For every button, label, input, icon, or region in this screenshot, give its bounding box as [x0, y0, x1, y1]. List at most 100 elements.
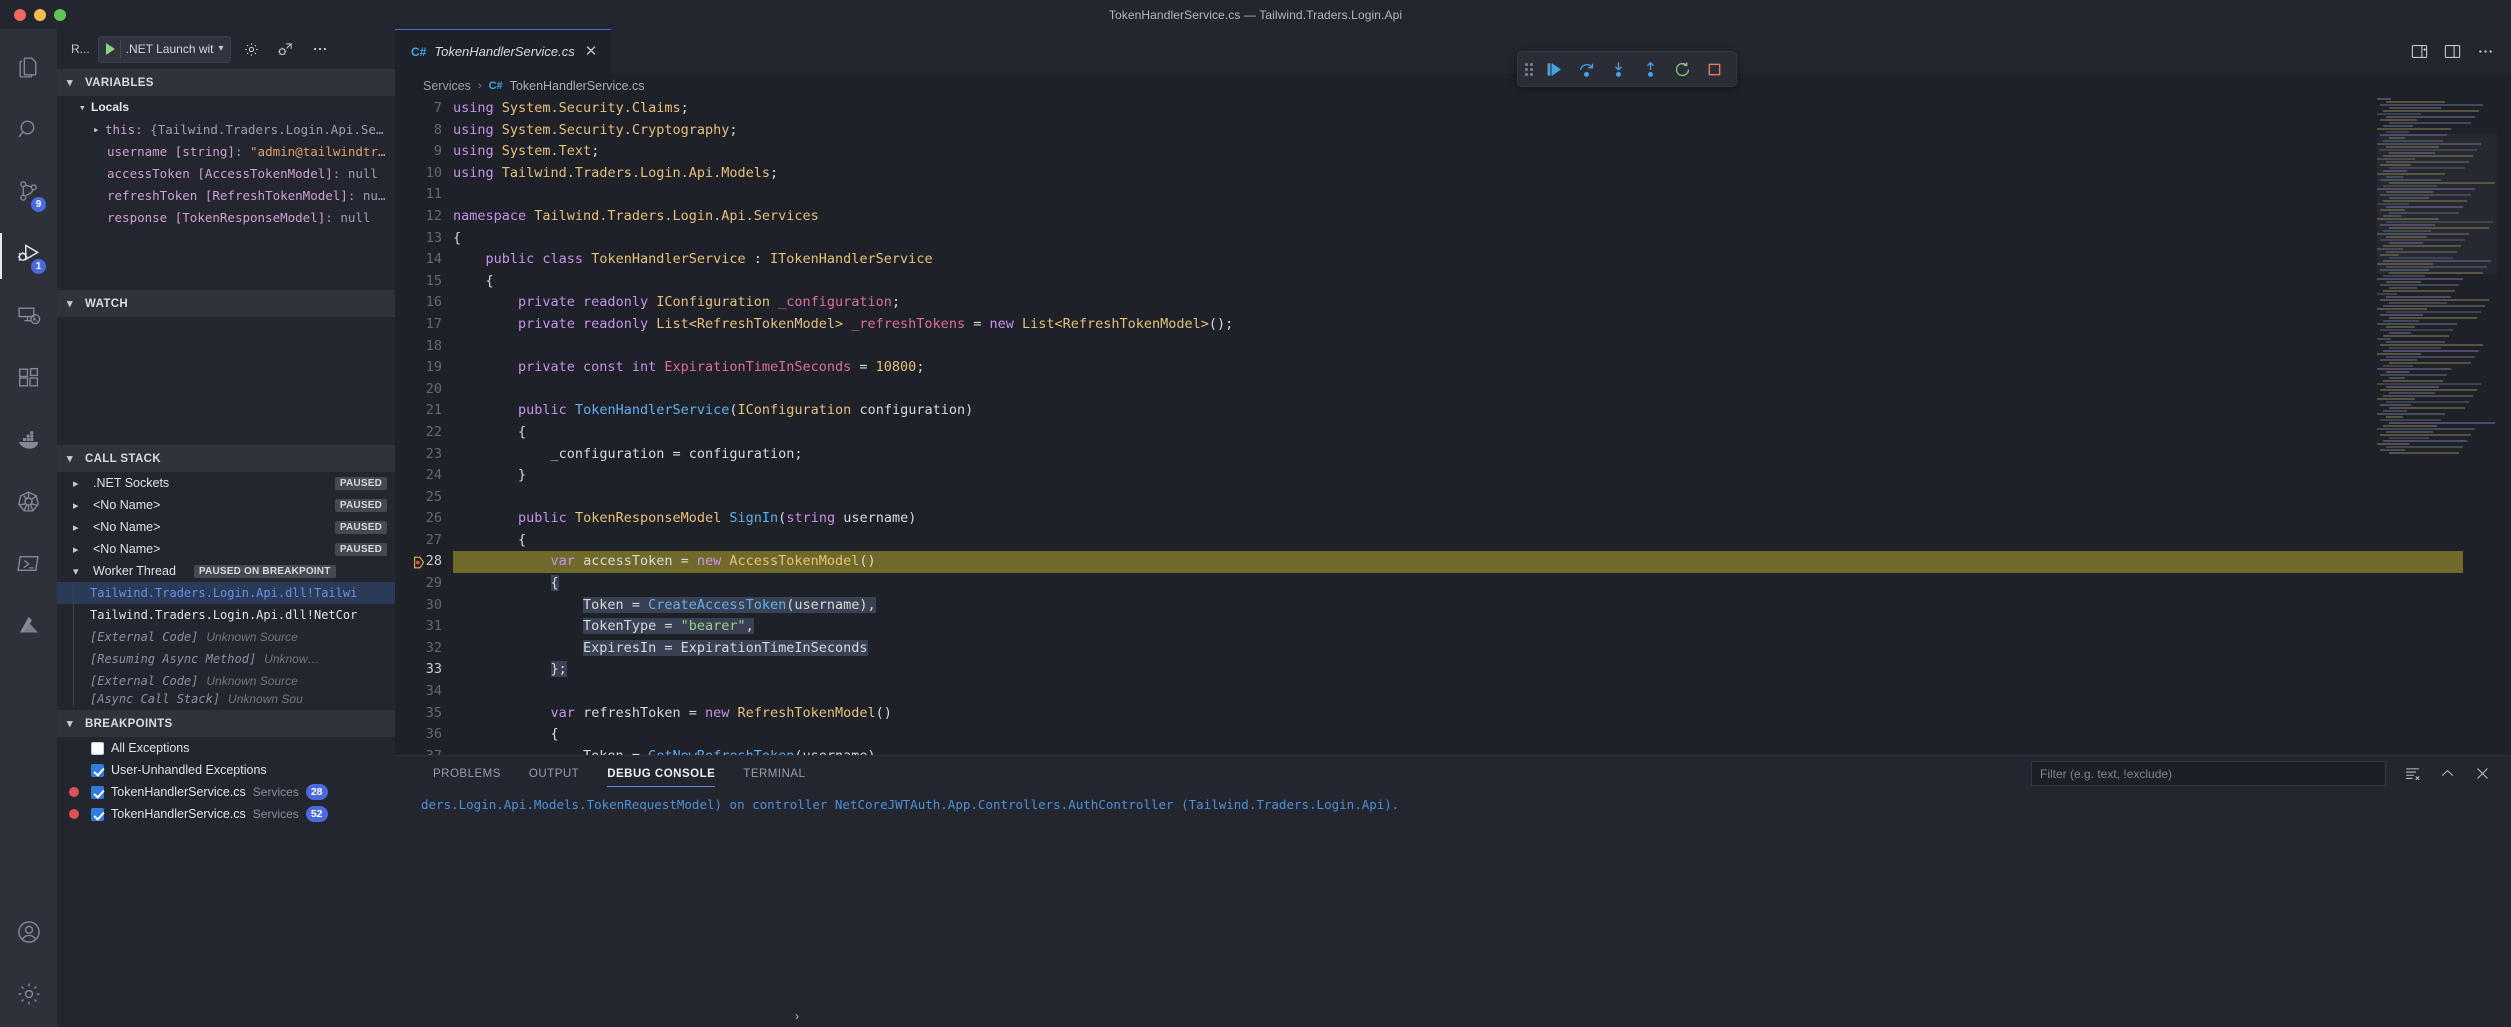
panel-tab-problems[interactable]: PROBLEMS: [419, 756, 515, 791]
section-header-call-stack[interactable]: ▾ CALL STACK: [57, 445, 395, 472]
breakpoint-item[interactable]: All Exceptions: [57, 737, 395, 759]
restart-button[interactable]: [1667, 55, 1697, 83]
code-line[interactable]: 8using System.Security.Cryptography;: [395, 120, 2511, 142]
activity-item-powershell[interactable]: [0, 535, 57, 597]
call-stack-frame[interactable]: Tailwind.Traders.Login.Api.dll!NetCor: [57, 604, 395, 626]
code-text[interactable]: private readonly List<RefreshTokenModel>…: [453, 314, 1233, 336]
panel-tab-terminal[interactable]: TERMINAL: [729, 756, 819, 791]
code-line[interactable]: 13{: [395, 228, 2511, 250]
variables-scope-locals[interactable]: ▾ Locals: [57, 96, 395, 118]
activity-item-azure[interactable]: [0, 597, 57, 659]
code-text[interactable]: namespace Tailwind.Traders.Login.Api.Ser…: [453, 206, 819, 228]
code-text[interactable]: {: [453, 228, 461, 250]
call-stack-thread[interactable]: ▸ <No Name> PAUSED: [57, 538, 395, 560]
code-lines-container[interactable]: 7using System.Security.Claims;8using Sys…: [395, 98, 2511, 755]
call-stack-frame[interactable]: Tailwind.Traders.Login.Api.dll!Tailwi: [57, 582, 395, 604]
breakpoint-marker-icon[interactable]: [413, 555, 426, 568]
code-text[interactable]: var accessToken = new AccessTokenModel(): [453, 551, 876, 573]
debug-toolbar[interactable]: [1517, 51, 1737, 87]
variable-row-this[interactable]: ▸ this: {Tailwind.Traders.Login.Api.Se…: [57, 118, 395, 140]
code-text[interactable]: {: [453, 724, 559, 746]
code-line[interactable]: 14 public class TokenHandlerService : IT…: [395, 249, 2511, 271]
code-text[interactable]: ExpiresIn = ExpirationTimeInSeconds: [453, 638, 868, 660]
chevron-right-icon[interactable]: ▸: [73, 543, 85, 556]
code-editor[interactable]: 7using System.Security.Claims;8using Sys…: [395, 98, 2511, 755]
code-text[interactable]: public TokenHandlerService(IConfiguratio…: [453, 400, 973, 422]
chevron-up-icon[interactable]: [2439, 765, 2456, 782]
call-stack-thread[interactable]: ▸ <No Name> PAUSED: [57, 494, 395, 516]
launch-configuration-select[interactable]: .NET Launch wit ▾: [98, 36, 231, 63]
chevron-right-icon[interactable]: ▸: [73, 477, 85, 490]
call-stack-frame[interactable]: [Async Call Stack] Unknown Sou: [57, 692, 395, 706]
variable-row-username[interactable]: username [string]: "admin@tailwindtr…: [57, 140, 395, 162]
debug-console-output[interactable]: ders.Login.Api.Models.TokenRequestModel)…: [395, 791, 2511, 1005]
activity-item-remote-explorer[interactable]: [0, 287, 57, 349]
code-text[interactable]: TokenType = "bearer",: [453, 616, 754, 638]
code-text[interactable]: {: [453, 271, 494, 293]
code-text[interactable]: _configuration = configuration;: [453, 444, 803, 466]
code-line[interactable]: 33 };: [395, 659, 2511, 681]
panel-tab-debug-console[interactable]: DEBUG CONSOLE: [593, 756, 729, 791]
code-text[interactable]: {: [453, 530, 526, 552]
code-line[interactable]: 22 {: [395, 422, 2511, 444]
breakpoint-item[interactable]: TokenHandlerService.cs Services 52: [57, 803, 395, 825]
code-text[interactable]: Token = GetNewRefreshToken(username): [453, 746, 876, 755]
editor-tab-tokenhandlerservice[interactable]: C# TokenHandlerService.cs ✕: [395, 29, 612, 74]
clear-console-icon[interactable]: [2404, 765, 2421, 782]
variable-row-response[interactable]: response [TokenResponseModel]: null: [57, 206, 395, 228]
call-stack-frame[interactable]: [External Code] Unknown Source: [57, 626, 395, 648]
code-text[interactable]: using System.Security.Cryptography;: [453, 120, 738, 142]
split-editor-right-icon[interactable]: [2410, 42, 2429, 61]
code-line[interactable]: 18: [395, 336, 2511, 358]
code-line[interactable]: 26 public TokenResponseModel SignIn(stri…: [395, 508, 2511, 530]
code-text[interactable]: using System.Text;: [453, 141, 599, 163]
code-text[interactable]: }: [453, 465, 526, 487]
chevron-down-icon[interactable]: ▾: [73, 565, 85, 578]
layout-icon[interactable]: [2443, 42, 2462, 61]
chevron-down-icon[interactable]: ▾: [219, 44, 224, 54]
minimap[interactable]: [2377, 98, 2497, 755]
activity-item-settings[interactable]: [0, 965, 57, 1027]
code-line[interactable]: 27 {: [395, 530, 2511, 552]
code-text[interactable]: using System.Security.Claims;: [453, 98, 689, 120]
code-line[interactable]: 7using System.Security.Claims;: [395, 98, 2511, 120]
chevron-right-icon[interactable]: ▸: [93, 123, 105, 136]
step-out-button[interactable]: [1635, 55, 1665, 83]
code-text[interactable]: private const int ExpirationTimeInSecond…: [453, 357, 924, 379]
breakpoint-checkbox[interactable]: [91, 808, 104, 821]
ellipsis-icon[interactable]: [2476, 42, 2495, 61]
editor-vertical-scrollbar[interactable]: [2497, 98, 2511, 755]
step-into-button[interactable]: [1603, 55, 1633, 83]
close-icon[interactable]: ✕: [583, 44, 600, 59]
code-text[interactable]: public class TokenHandlerService : IToke…: [453, 249, 933, 271]
code-text[interactable]: private readonly IConfiguration _configu…: [453, 292, 900, 314]
code-line[interactable]: 17 private readonly List<RefreshTokenMod…: [395, 314, 2511, 336]
console-filter-input[interactable]: Filter (e.g. text, !exclude): [2031, 761, 2386, 786]
code-line[interactable]: 21 public TokenHandlerService(IConfigura…: [395, 400, 2511, 422]
code-text[interactable]: {: [453, 573, 559, 595]
code-line[interactable]: 30 Token = CreateAccessToken(username),: [395, 595, 2511, 617]
breadcrumb[interactable]: Services › C# TokenHandlerService.cs: [395, 74, 2511, 98]
more-actions-button[interactable]: [307, 36, 333, 62]
activity-item-source-control[interactable]: 9: [0, 163, 57, 225]
code-line[interactable]: 37 Token = GetNewRefreshToken(username): [395, 746, 2511, 755]
activity-item-explorer[interactable]: [0, 39, 57, 101]
code-line[interactable]: 29 {: [395, 573, 2511, 595]
stop-button[interactable]: [1699, 55, 1729, 83]
section-header-breakpoints[interactable]: ▾ BREAKPOINTS: [57, 710, 395, 737]
activity-item-kubernetes[interactable]: [0, 473, 57, 535]
code-line[interactable]: 20: [395, 379, 2511, 401]
breakpoint-item[interactable]: User-Unhandled Exceptions: [57, 759, 395, 781]
code-line[interactable]: 23 _configuration = configuration;: [395, 444, 2511, 466]
chevron-right-icon[interactable]: ›: [795, 1009, 799, 1023]
code-text[interactable]: using Tailwind.Traders.Login.Api.Models;: [453, 163, 778, 185]
call-stack-thread[interactable]: ▸ <No Name> PAUSED: [57, 516, 395, 538]
code-text[interactable]: {: [453, 422, 526, 444]
activity-item-docker[interactable]: [0, 411, 57, 473]
call-stack-frame[interactable]: [External Code] Unknown Source: [57, 670, 395, 692]
code-line[interactable]: 32 ExpiresIn = ExpirationTimeInSeconds: [395, 638, 2511, 660]
grip-icon[interactable]: [1525, 63, 1533, 76]
code-text[interactable]: var refreshToken = new RefreshTokenModel…: [453, 703, 892, 725]
code-line[interactable]: 11: [395, 184, 2511, 206]
breakpoint-checkbox[interactable]: [91, 786, 104, 799]
